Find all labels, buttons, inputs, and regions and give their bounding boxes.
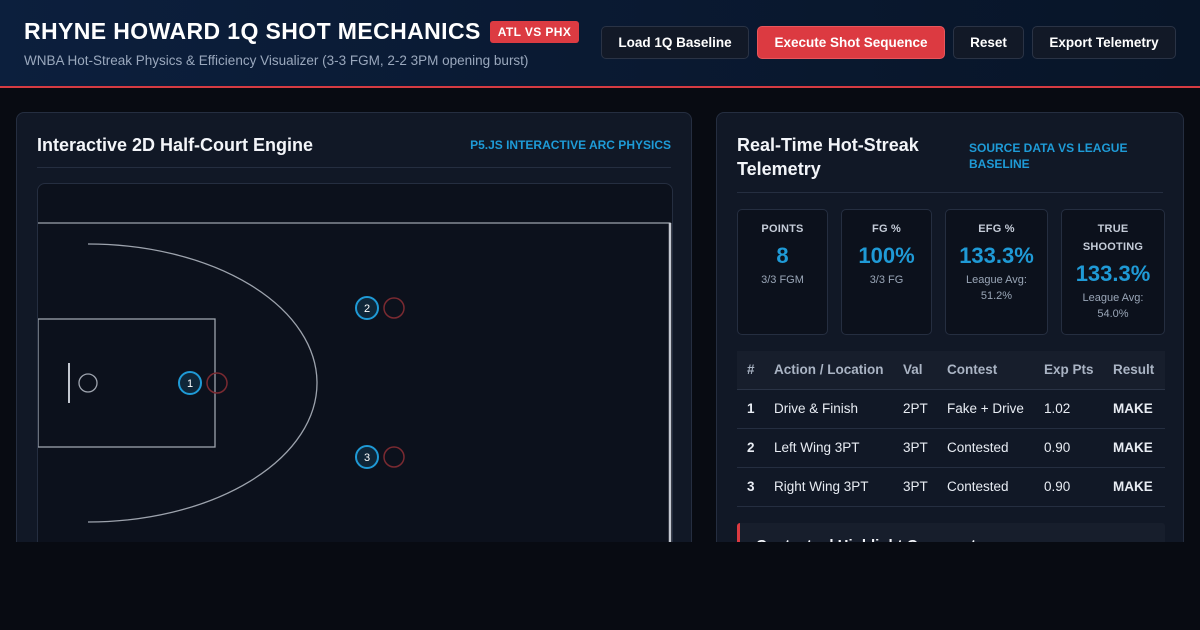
three-point-arc [87,243,318,523]
stat-value: 133.3% [1075,261,1151,286]
hoop-rim [78,373,98,393]
column-header: Val [893,351,937,390]
shot-marker-label: 2 [364,303,370,315]
cell-index: 1 [737,389,764,429]
table-row[interactable]: 3 Right Wing 3PT 3PT Contested 0.90 MAKE [737,467,1165,507]
stat-sub: 51.2% [980,290,1013,302]
cell-value: 3PT [893,467,937,507]
execute-sequence-button[interactable]: Execute Shot Sequence [757,26,945,59]
table-row[interactable]: 2 Left Wing 3PT 3PT Contested 0.90 MAKE [737,428,1165,468]
cell-exp-pts: 0.90 [1034,467,1103,507]
stat-card-efg: EFG % 133.3% League Avg: 51.2% [945,209,1048,335]
court-canvas[interactable]: 1 2 3 [37,183,673,563]
shot-marker-3[interactable]: 3 [355,445,379,469]
shot-marker-label: 1 [187,378,193,390]
court-panel-tag: P5.JS INTERACTIVE ARC PHYSICS [470,138,671,152]
court-panel-divider [37,167,671,168]
cell-index: 2 [737,428,764,468]
cell-action: Left Wing 3PT [764,428,893,468]
cell-value: 2PT [893,389,937,429]
cell-action: Right Wing 3PT [764,467,893,507]
telemetry-panel-tag: SOURCE DATA VS LEAGUE BASELINE [969,141,1128,171]
stat-sub: 54.0% [1097,308,1129,320]
stat-sub: League Avg: [966,274,1027,286]
shot-marker-1[interactable]: 1 [178,371,202,395]
matchup-badge: ATL VS PHX [489,20,580,43]
column-header: Action / Location [764,351,893,390]
stat-label: FG % [872,223,901,235]
page-footer-area [0,542,1200,630]
cell-index: 3 [737,467,764,507]
shot-ghost-marker [206,372,228,394]
cell-contest: Fake + Drive [937,389,1034,429]
load-baseline-button[interactable]: Load 1Q Baseline [601,26,749,59]
app-header: RHYNE HOWARD 1Q SHOT MECHANICS ATL VS PH… [0,0,1200,88]
court-panel: Interactive 2D Half-Court Engine P5.JS I… [16,112,692,563]
cell-exp-pts: 0.90 [1034,428,1103,468]
stat-label: TRUE [1097,223,1129,235]
court-boundary [38,222,671,562]
shot-ghost-marker [383,446,405,468]
export-telemetry-button[interactable]: Export Telemetry [1032,26,1176,59]
court-panel-title: Interactive 2D Half-Court Engine [37,135,314,155]
half-court-svg[interactable]: 1 2 3 [38,184,673,563]
cell-contest: Contested [937,428,1034,468]
cell-exp-pts: 1.02 [1034,389,1103,429]
shot-ghost-marker [383,297,405,319]
table-header-row: # Action / Location Val Contest Exp Pts … [737,351,1165,390]
table-row[interactable]: 1 Drive & Finish 2PT Fake + Drive 1.02 M… [737,389,1165,429]
reset-button[interactable]: Reset [953,26,1024,59]
stat-sub: 3/3 FG [869,274,904,286]
stat-value: 100% [858,243,915,268]
title-row: RHYNE HOWARD 1Q SHOT MECHANICS ATL VS PH… [24,18,580,45]
stat-value: 133.3% [959,243,1034,268]
shot-marker-label: 3 [364,452,370,464]
stat-card-points: POINTS 8 3/3 FGM [737,209,828,335]
stat-sub: 3/3 FGM [761,274,804,286]
column-header: Result [1103,351,1165,390]
page-subtitle: WNBA Hot-Streak Physics & Efficiency Vis… [24,53,529,68]
cell-result: MAKE [1103,428,1165,468]
stat-value: 8 [776,243,789,268]
cell-result: MAKE [1103,389,1165,429]
column-header: Exp Pts [1034,351,1103,390]
column-header: Contest [937,351,1034,390]
stat-card-fg: FG % 100% 3/3 FG [841,209,932,335]
telemetry-panel-divider [737,192,1163,193]
page-title: RHYNE HOWARD 1Q SHOT MECHANICS [24,18,481,44]
stat-sub: League Avg: [1082,292,1144,304]
stat-card-true-shooting: TRUE SHOOTING 133.3% League Avg: 54.0% [1061,209,1165,335]
stat-label: POINTS [761,223,804,235]
shot-sequence-table: # Action / Location Val Contest Exp Pts … [737,351,1165,507]
stat-label: EFG % [978,223,1015,235]
telemetry-panel-title: Real-Time Hot-Streak Telemetry [737,135,919,179]
cell-result: MAKE [1103,467,1165,507]
shot-marker-2[interactable]: 2 [355,296,379,320]
stat-label: SHOOTING [1082,241,1144,253]
cell-contest: Contested [937,467,1034,507]
column-header: # [737,351,764,390]
telemetry-panel: Real-Time Hot-Streak Telemetry SOURCE DA… [716,112,1184,583]
cell-value: 3PT [893,428,937,468]
cell-action: Drive & Finish [764,389,893,429]
